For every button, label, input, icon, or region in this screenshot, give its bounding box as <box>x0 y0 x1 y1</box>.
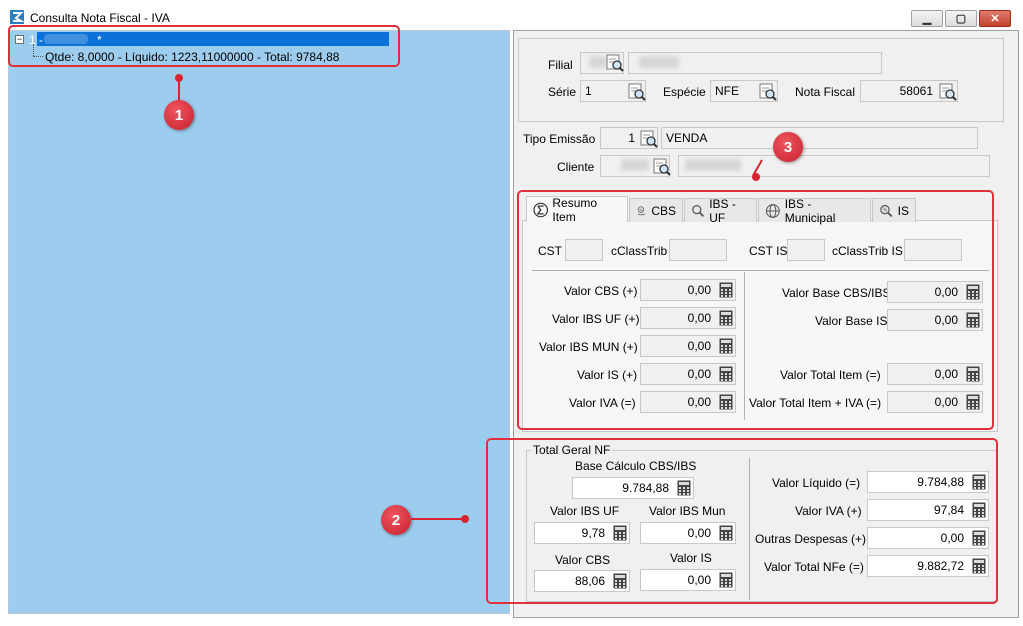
nota-fiscal-label: Nota Fiscal <box>795 85 856 99</box>
serie-label: Série <box>548 85 577 99</box>
lookup-icon[interactable] <box>606 54 624 72</box>
annotation-box-1 <box>8 25 400 67</box>
annotation-badge-2: 2 <box>381 505 411 535</box>
app-icon <box>10 10 25 24</box>
lookup-icon[interactable] <box>759 83 777 101</box>
cliente-label: Cliente <box>557 160 595 174</box>
cliente-name-field[interactable] <box>678 155 990 177</box>
annotation-pointer-dot <box>461 515 469 523</box>
close-button[interactable]: ✕ <box>979 10 1011 27</box>
annotation-badge-3: 3 <box>773 132 803 162</box>
maximize-icon: ▢ <box>955 13 967 25</box>
annotation-pointer-line <box>178 80 180 102</box>
close-icon: ✕ <box>990 13 1000 25</box>
tipo-emissao-label: Tipo Emissão <box>523 132 596 146</box>
annotation-box-3 <box>517 190 994 430</box>
lookup-icon[interactable] <box>628 83 646 101</box>
annotation-pointer-dot <box>752 173 760 181</box>
annotation-badge-1: 1 <box>164 100 194 130</box>
lookup-icon[interactable] <box>939 83 957 101</box>
lookup-icon[interactable] <box>640 130 658 148</box>
annotation-pointer-line <box>411 518 463 520</box>
maximize-button[interactable]: ▢ <box>945 10 977 27</box>
window-title: Consulta Nota Fiscal - IVA <box>30 11 170 25</box>
minimize-icon: ▁ <box>922 13 932 25</box>
annotation-box-2 <box>486 438 998 604</box>
filial-label: Filial <box>548 58 573 72</box>
especie-label: Espécie <box>663 85 706 99</box>
tree-panel[interactable] <box>8 30 510 614</box>
minimize-button[interactable]: ▁ <box>911 10 943 27</box>
filial-name-field[interactable] <box>628 52 882 74</box>
tipo-emissao-desc-field[interactable]: VENDA <box>661 127 978 149</box>
lookup-icon[interactable] <box>653 158 671 176</box>
